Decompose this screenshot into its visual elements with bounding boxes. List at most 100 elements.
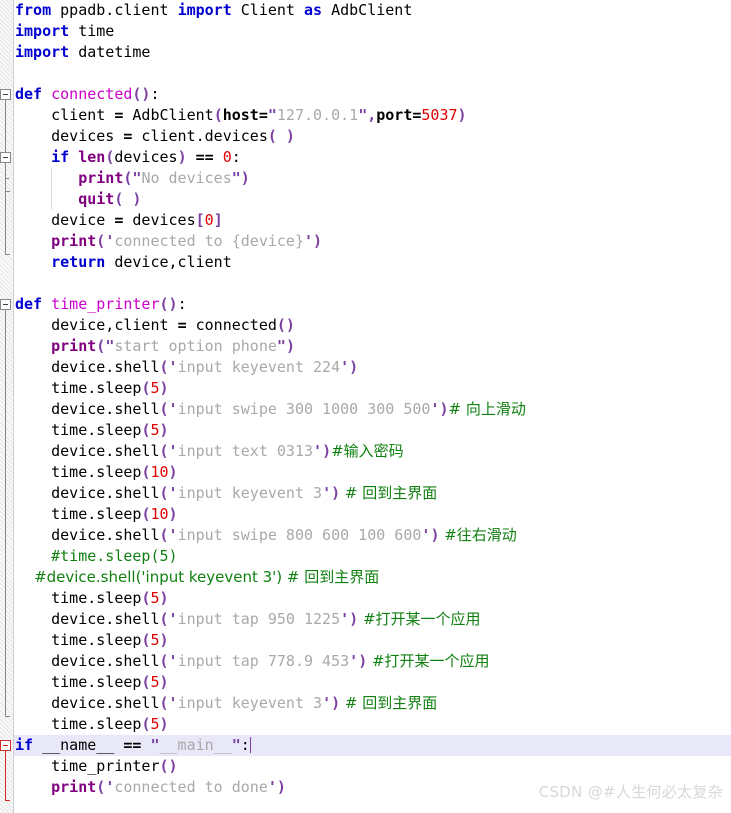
code-line[interactable]: device.shell('input keyevent 3') # 回到主界面 xyxy=(14,483,731,504)
token-str: connected to {device} xyxy=(114,232,304,250)
token-id: device,client xyxy=(15,316,178,334)
code-line[interactable]: device.shell('input swipe 800 600 100 60… xyxy=(14,525,731,546)
token-cmt: # 回到主界面 xyxy=(340,484,438,502)
token-id: time_printer xyxy=(15,757,160,775)
fold-time-printer-toggle[interactable] xyxy=(0,299,11,310)
token-pun: ' xyxy=(168,610,178,628)
token-pun: ' xyxy=(105,232,115,250)
token-id: time.sleep xyxy=(15,715,142,733)
token-pun: ( xyxy=(159,358,169,376)
code-line[interactable]: time.sleep(5) xyxy=(14,714,731,735)
token-str: 127.0.0.1 xyxy=(276,106,359,124)
fold-marker-layer[interactable] xyxy=(0,0,14,813)
code-line[interactable] xyxy=(14,273,731,294)
code-line[interactable]: device.shell('input keyevent 3') # 回到主界面 xyxy=(14,693,731,714)
code-line[interactable]: import datetime xyxy=(14,42,731,63)
token-pun: ' xyxy=(349,652,359,670)
code-line[interactable]: print("start option phone") xyxy=(14,336,731,357)
token-cmt: #输入密码 xyxy=(331,442,404,460)
token-pun: ' xyxy=(105,778,115,796)
code-line[interactable]: import time xyxy=(14,21,731,42)
code-line[interactable]: print('connected to {device}') xyxy=(14,231,731,252)
code-line[interactable]: device.shell('input tap 778.9 453') #打开某… xyxy=(14,651,731,672)
fold-connected-toggle[interactable] xyxy=(0,89,11,100)
fold-if-len-tick xyxy=(5,178,9,179)
token-pun: ) xyxy=(276,778,286,796)
fold-main-toggle[interactable] xyxy=(0,740,11,751)
token-id: device.shell xyxy=(15,358,160,376)
token-pun: ) xyxy=(331,484,341,502)
token-pun: ' xyxy=(267,778,277,796)
token-pun: ) xyxy=(331,694,341,712)
token-cmt: #打开某一个应用 xyxy=(358,610,481,628)
code-line[interactable]: time.sleep(10) xyxy=(14,462,731,483)
code-line[interactable]: time.sleep(5) xyxy=(14,588,731,609)
token-pun: ( xyxy=(213,106,223,124)
token-op: host xyxy=(222,106,259,124)
token-id: __name__ xyxy=(33,736,124,754)
token-kw: return xyxy=(51,253,106,271)
token-id: : xyxy=(231,148,241,166)
token-pun: ) xyxy=(358,652,368,670)
code-line[interactable]: device,client = connected() xyxy=(14,315,731,336)
code-line[interactable]: device.shell('input keyevent 224') xyxy=(14,357,731,378)
code-line[interactable] xyxy=(14,63,731,84)
code-line[interactable]: def time_printer(): xyxy=(14,294,731,315)
fold-if-len-end xyxy=(5,191,10,192)
token-pun: ( xyxy=(96,337,106,355)
code-line[interactable]: device = devices[0] xyxy=(14,210,731,231)
code-line[interactable]: device.shell('input text 0313')#输入密码 xyxy=(14,441,731,462)
token-num: 5 xyxy=(150,673,160,691)
fold-connected-end xyxy=(5,254,10,255)
token-id: device.shell xyxy=(15,442,160,460)
token-num: 5 xyxy=(150,715,160,733)
fold-main-rail xyxy=(5,751,6,800)
code-line[interactable]: #device.shell('input keyevent 3') # 回到主界… xyxy=(14,567,731,588)
code-line[interactable]: devices = client.devices( ) xyxy=(14,126,731,147)
token-kw: def xyxy=(15,295,43,313)
code-line[interactable]: client = AdbClient(host="127.0.0.1",port… xyxy=(14,105,731,126)
token-id xyxy=(15,778,51,796)
token-id: device.shell xyxy=(15,526,160,544)
code-line[interactable]: if len(devices) == 0: xyxy=(14,147,731,168)
token-num: 5 xyxy=(150,379,160,397)
code-line[interactable]: time_printer() xyxy=(14,756,731,777)
token-str: input keyevent 3 xyxy=(177,484,323,502)
token-pun: " xyxy=(231,169,241,187)
code-text-area[interactable]: from ppadb.client import Client as AdbCl… xyxy=(14,0,731,813)
token-str: input keyevent 3 xyxy=(177,694,323,712)
code-line[interactable]: time.sleep(5) xyxy=(14,672,731,693)
code-editor[interactable]: from ppadb.client import Client as AdbCl… xyxy=(0,0,731,813)
token-pun: " xyxy=(105,337,115,355)
fold-if-len-toggle[interactable] xyxy=(0,152,11,163)
code-line[interactable]: quit( ) xyxy=(14,189,731,210)
token-op: == xyxy=(195,148,214,166)
token-pun: ( xyxy=(159,610,169,628)
token-num: 0 xyxy=(204,211,214,229)
code-line[interactable]: device.shell('input tap 950 1225') #打开某一… xyxy=(14,609,731,630)
token-pun: ) xyxy=(240,169,250,187)
code-line[interactable]: #time.sleep(5) xyxy=(14,546,731,567)
code-line[interactable]: time.sleep(5) xyxy=(14,420,731,441)
token-num: 0 xyxy=(222,148,232,166)
token-id: AdbClient xyxy=(123,106,214,124)
token-bi: print xyxy=(51,778,97,796)
token-fn: time_printer xyxy=(51,295,160,313)
token-pun: ' xyxy=(340,358,350,376)
token-id xyxy=(187,148,196,166)
token-id: time.sleep xyxy=(15,631,142,649)
code-line[interactable]: device.shell('input swipe 300 1000 300 5… xyxy=(14,399,731,420)
token-pun: , xyxy=(367,106,377,124)
code-line[interactable]: def connected(): xyxy=(14,84,731,105)
code-line[interactable]: time.sleep(5) xyxy=(14,630,731,651)
code-line[interactable]: if __name__ == "__main__": xyxy=(14,735,731,756)
code-line[interactable]: print("No devices") xyxy=(14,168,731,189)
code-line[interactable]: time.sleep(10) xyxy=(14,504,731,525)
token-pun: " xyxy=(267,106,277,124)
token-id: time.sleep xyxy=(15,463,142,481)
token-id xyxy=(15,190,78,208)
token-id xyxy=(69,148,78,166)
code-line[interactable]: time.sleep(5) xyxy=(14,378,731,399)
code-line[interactable]: from ppadb.client import Client as AdbCl… xyxy=(14,0,731,21)
code-line[interactable]: return device,client xyxy=(14,252,731,273)
